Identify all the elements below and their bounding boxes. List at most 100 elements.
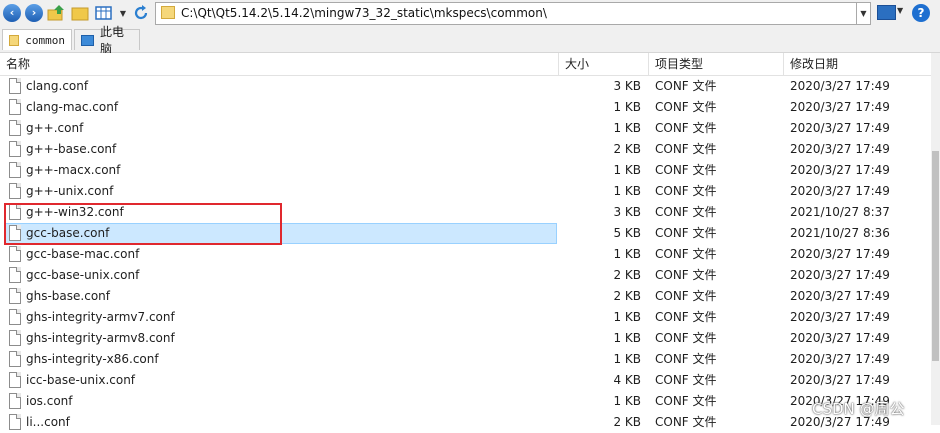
file-icon bbox=[9, 393, 21, 409]
address-history-dropdown[interactable]: ▼ bbox=[856, 2, 871, 25]
file-date: 2020/3/27 17:49 bbox=[790, 163, 890, 177]
file-icon bbox=[9, 309, 21, 325]
file-size: 1 KB bbox=[613, 247, 641, 261]
file-row[interactable]: ghs-base.conf 2 KB CONF 文件 2020/3/27 17:49 bbox=[0, 286, 931, 307]
file-row[interactable]: ghs-integrity-x86.conf 1 KB CONF 文件 2020/3/… bbox=[0, 349, 931, 370]
file-date: 2020/3/27 17:49 bbox=[790, 289, 890, 303]
file-date: 2021/10/27 8:36 bbox=[790, 226, 890, 240]
file-size: 1 KB bbox=[613, 163, 641, 177]
tab-common[interactable]: common bbox=[2, 29, 72, 50]
file-list: clang.conf 3 KB CONF 文件 2020/3/27 17:49 clan… bbox=[0, 76, 931, 433]
file-name: g++-unix.conf bbox=[26, 184, 114, 198]
view-grid-icon[interactable] bbox=[95, 4, 113, 22]
file-type: CONF 文件 bbox=[655, 331, 717, 345]
file-date: 2021/10/27 8:37 bbox=[790, 205, 890, 219]
file-icon bbox=[9, 78, 21, 94]
file-date: 2020/3/27 17:49 bbox=[790, 310, 890, 324]
back-icon[interactable]: ‹ bbox=[3, 4, 21, 22]
file-row[interactable]: ghs-integrity-armv7.conf 1 KB CONF 文件 2020/… bbox=[0, 307, 931, 328]
file-row[interactable]: g++-unix.conf 1 KB CONF 文件 2020/3/27 17:49 bbox=[0, 181, 931, 202]
vertical-scrollbar[interactable] bbox=[931, 53, 940, 425]
column-name-header[interactable]: 名称 bbox=[0, 53, 559, 75]
tab-label: common bbox=[25, 33, 65, 47]
file-row[interactable]: li...conf 2 KB CONF 文件 2020/3/27 17:49 bbox=[0, 412, 931, 433]
file-date: 2020/3/27 17:49 bbox=[790, 268, 890, 282]
file-icon bbox=[9, 141, 21, 157]
file-date: 2020/3/27 17:49 bbox=[790, 121, 890, 135]
file-icon bbox=[9, 351, 21, 367]
file-name: ghs-integrity-x86.conf bbox=[26, 352, 159, 366]
file-icon bbox=[9, 162, 21, 178]
file-type: CONF 文件 bbox=[655, 121, 717, 135]
file-type: CONF 文件 bbox=[655, 142, 717, 156]
file-icon bbox=[9, 183, 21, 199]
file-row[interactable]: g++.conf 1 KB CONF 文件 2020/3/27 17:49 bbox=[0, 118, 931, 139]
scrollbar-thumb[interactable] bbox=[932, 151, 939, 361]
file-name: ios.conf bbox=[26, 394, 73, 408]
file-size: 3 KB bbox=[613, 79, 641, 93]
file-row[interactable]: g++-macx.conf 1 KB CONF 文件 2020/3/27 17:49 bbox=[0, 160, 931, 181]
file-row[interactable]: ghs-integrity-armv8.conf 1 KB CONF 文件 2020/… bbox=[0, 328, 931, 349]
file-type: CONF 文件 bbox=[655, 352, 717, 366]
column-date-header[interactable]: 修改日期 bbox=[784, 53, 931, 75]
help-icon[interactable]: ? bbox=[912, 4, 930, 22]
file-date: 2020/3/27 17:49 bbox=[790, 184, 890, 198]
file-icon bbox=[9, 99, 21, 115]
file-name: icc-base-unix.conf bbox=[26, 373, 136, 387]
refresh-icon[interactable] bbox=[132, 4, 150, 22]
forward-icon[interactable]: › bbox=[25, 4, 43, 22]
file-size: 2 KB bbox=[613, 415, 641, 429]
file-name: ghs-integrity-armv7.conf bbox=[26, 310, 175, 324]
folder-icon bbox=[161, 6, 175, 19]
file-size: 4 KB bbox=[613, 373, 641, 387]
file-date: 2020/3/27 17:49 bbox=[790, 247, 890, 261]
folder-icon bbox=[9, 34, 20, 46]
file-type: CONF 文件 bbox=[655, 184, 717, 198]
file-name: gcc-base-mac.conf bbox=[26, 247, 140, 261]
file-row[interactable]: ios.conf 1 KB CONF 文件 2020/3/27 17:49 bbox=[0, 391, 931, 412]
file-name: ghs-integrity-armv8.conf bbox=[26, 331, 175, 345]
computer-icon bbox=[81, 34, 94, 46]
chevron-down-icon[interactable]: ▼ bbox=[114, 4, 132, 22]
file-type: CONF 文件 bbox=[655, 289, 717, 303]
column-header: 名称 大小 项目类型 修改日期 bbox=[0, 53, 931, 76]
file-type: CONF 文件 bbox=[655, 163, 717, 177]
file-type: CONF 文件 bbox=[655, 373, 717, 387]
folder-icon[interactable] bbox=[71, 4, 89, 22]
address-bar[interactable]: C:\Qt\Qt5.14.2\5.14.2\mingw73_32_static\… bbox=[155, 2, 870, 25]
file-name: clang.conf bbox=[26, 79, 89, 93]
file-size: 5 KB bbox=[613, 226, 641, 240]
file-size: 2 KB bbox=[613, 268, 641, 282]
file-size: 3 KB bbox=[613, 205, 641, 219]
file-row[interactable]: clang-mac.conf 1 KB CONF 文件 2020/3/27 17:49 bbox=[0, 97, 931, 118]
file-name: gcc-base-unix.conf bbox=[26, 268, 140, 282]
file-icon bbox=[9, 267, 21, 283]
file-row[interactable]: clang.conf 3 KB CONF 文件 2020/3/27 17:49 bbox=[0, 76, 931, 97]
file-row[interactable]: gcc-base-unix.conf 2 KB CONF 文件 2020/3/27 1… bbox=[0, 265, 931, 286]
column-size-header[interactable]: 大小 bbox=[559, 53, 649, 75]
file-date: 2020/3/27 17:49 bbox=[790, 79, 890, 93]
file-row[interactable]: gcc-base-mac.conf 1 KB CONF 文件 2020/3/27 17… bbox=[0, 244, 931, 265]
tab-bar: common 此电脑 bbox=[0, 25, 940, 56]
file-type: CONF 文件 bbox=[655, 205, 717, 219]
file-size: 2 KB bbox=[613, 142, 641, 156]
file-size: 1 KB bbox=[613, 394, 641, 408]
file-row[interactable]: icc-base-unix.conf 4 KB CONF 文件 2020/3/27 1… bbox=[0, 370, 931, 391]
file-size: 1 KB bbox=[613, 310, 641, 324]
file-date: 2020/3/27 17:49 bbox=[790, 100, 890, 114]
monitor-icon[interactable] bbox=[877, 5, 896, 20]
file-row[interactable]: g++-base.conf 2 KB CONF 文件 2020/3/27 17:49 bbox=[0, 139, 931, 160]
column-type-header[interactable]: 项目类型 bbox=[649, 53, 784, 75]
file-date: 2020/3/27 17:49 bbox=[790, 373, 890, 387]
tab-label: 此电脑 bbox=[100, 25, 125, 56]
file-name: g++-macx.conf bbox=[26, 163, 121, 177]
file-type: CONF 文件 bbox=[655, 268, 717, 282]
chevron-down-icon[interactable]: ▼ bbox=[897, 6, 903, 15]
up-folder-icon[interactable] bbox=[47, 4, 65, 22]
file-date: 2020/3/27 17:49 bbox=[790, 142, 890, 156]
file-name: clang-mac.conf bbox=[26, 100, 119, 114]
file-size: 1 KB bbox=[613, 184, 641, 198]
file-date: 2020/3/27 17:49 bbox=[790, 331, 890, 345]
tab-this-pc[interactable]: 此电脑 bbox=[74, 25, 140, 56]
file-type: CONF 文件 bbox=[655, 100, 717, 114]
